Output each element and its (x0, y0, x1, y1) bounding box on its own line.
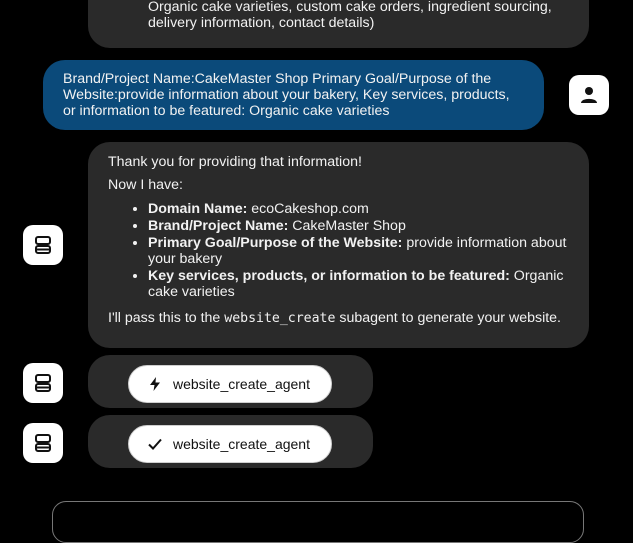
tool-call-name: website_create_agent (173, 436, 310, 452)
message-text-line: delivery information, contact details) (148, 15, 375, 31)
assistant-avatar (23, 225, 63, 265)
user-message: Brand/Project Name:CakeMaster Shop Prima… (43, 60, 544, 130)
assistant-message: Thank you for providing that information… (88, 142, 589, 348)
list-item: Primary Goal/Purpose of the Website: pro… (148, 235, 573, 267)
tool-call-name: website_create_agent (173, 376, 310, 392)
tool-call-pill[interactable]: website_create_agent (128, 425, 332, 463)
message-text-line: Organic cake varieties, custom cake orde… (148, 0, 552, 15)
list-item: Brand/Project Name: CakeMaster Shop (148, 218, 573, 234)
robot-icon (35, 374, 51, 392)
tool-call-message: website_create_agent (88, 415, 373, 468)
lightning-icon (146, 377, 164, 391)
checkmark-icon (146, 438, 164, 450)
now-have-text: Now I have: (108, 177, 183, 193)
robot-icon (35, 236, 51, 254)
message-text-line: or information to be featured: Organic c… (63, 103, 390, 119)
message-text-line: Website:provide information about your b… (63, 87, 510, 103)
assistant-avatar (23, 363, 63, 403)
user-avatar (569, 75, 609, 115)
assistant-message-previous: Organic cake varieties, custom cake orde… (88, 0, 589, 48)
closing-text: I'll pass this to the website_create sub… (108, 310, 561, 326)
assistant-avatar (23, 423, 63, 463)
chat-input-box[interactable] (52, 501, 584, 543)
robot-icon (35, 434, 51, 452)
tool-call-pill[interactable]: website_create_agent (128, 365, 332, 403)
thanks-text: Thank you for providing that information… (108, 154, 362, 170)
list-item: Key services, products, or information t… (148, 268, 573, 300)
message-text-line: Brand/Project Name:CakeMaster Shop Prima… (63, 71, 492, 87)
list-item: Domain Name: ecoCakeshop.com (148, 201, 573, 217)
code-span: website_create (224, 311, 336, 326)
summary-list: Domain Name: ecoCakeshop.com Brand/Proje… (108, 201, 573, 300)
user-icon (581, 87, 597, 103)
tool-call-message: website_create_agent (88, 355, 373, 408)
